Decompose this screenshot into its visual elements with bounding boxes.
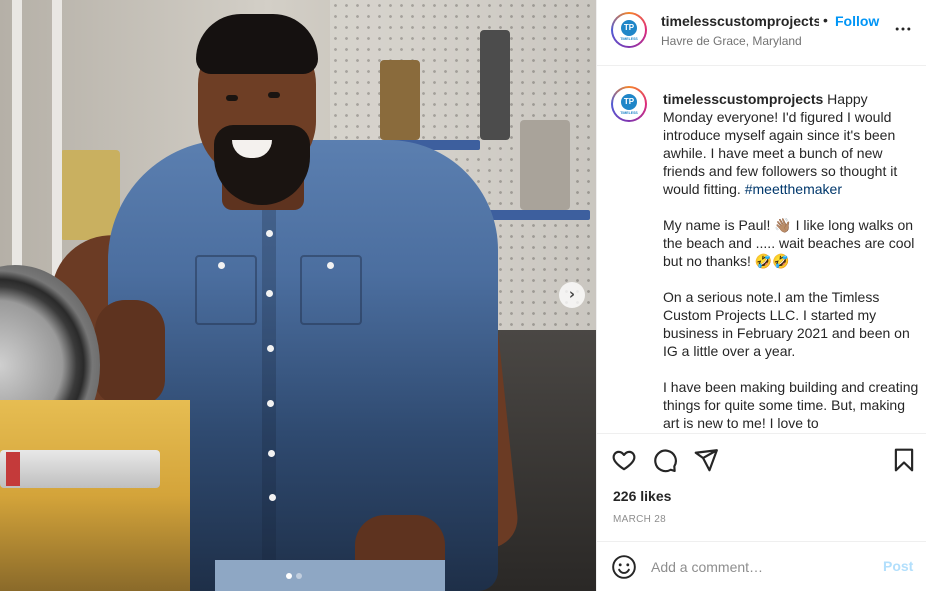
photo-person-jeans (215, 560, 445, 591)
photo-tool (60, 150, 120, 240)
photo-shirt-pocket (195, 255, 257, 325)
share-icon[interactable] (693, 447, 719, 473)
emoji-icon[interactable] (611, 554, 637, 580)
photo-tool (480, 30, 510, 140)
avatar-logo-mark: TP (621, 93, 637, 110)
photo-shirt-button (266, 290, 273, 297)
photo-saw-handle (6, 452, 20, 486)
post-actions (597, 433, 926, 483)
photo-saw-base (0, 400, 190, 591)
carousel-dot (286, 573, 292, 579)
photo-ladder (12, 0, 62, 300)
photo-person-eye (268, 92, 280, 98)
carousel-dots (286, 573, 302, 579)
post-location[interactable]: Havre de Grace, Maryland (661, 34, 802, 48)
avatar-logo-text: TIMELESS (620, 36, 638, 41)
photo-shirt-button (267, 400, 274, 407)
caption-area: TP TIMELESS timelesscustomprojects Happy… (597, 67, 926, 433)
avatar-logo-text: TIMELESS (620, 110, 638, 115)
photo-person-eye (226, 95, 238, 101)
photo-tool (380, 60, 420, 140)
avatar-logo-mark: TP (621, 19, 637, 36)
carousel-next-button[interactable]: › (559, 282, 585, 308)
comment-input[interactable] (651, 555, 871, 579)
photo-shirt-button (218, 262, 225, 269)
carousel-dot (296, 573, 302, 579)
photo-person-hair (196, 14, 318, 74)
header-separator: • (823, 12, 828, 28)
author-username[interactable]: timelesscustomprojects (661, 13, 819, 29)
photo-shirt-button (327, 262, 334, 269)
photo-saw-arm (0, 450, 160, 488)
caption-avatar[interactable]: TP TIMELESS (611, 86, 647, 122)
follow-button[interactable]: Follow (835, 13, 879, 29)
avatar-logo: TP TIMELESS (613, 14, 645, 46)
post-date[interactable]: MARCH 28 (613, 514, 666, 525)
caption-username[interactable]: timelesscustomprojects (663, 91, 823, 107)
post-comment-button[interactable]: Post (883, 558, 913, 574)
bookmark-icon[interactable] (891, 447, 917, 473)
comment-bar: Post (597, 541, 926, 591)
post-header: TP TIMELESS timelesscustomprojects • Fol… (597, 0, 926, 66)
heart-icon[interactable] (611, 447, 637, 473)
photo-shirt-button (266, 230, 273, 237)
avatar-logo: TP TIMELESS (613, 88, 645, 120)
photo-person-hand (95, 300, 165, 405)
more-options-icon[interactable] (893, 19, 913, 39)
post-image[interactable]: › (0, 0, 596, 591)
photo-shirt-placket (262, 200, 276, 591)
photo-shirt-button (267, 345, 274, 352)
author-avatar[interactable]: TP TIMELESS (611, 12, 647, 48)
like-count[interactable]: 226 likes (613, 488, 671, 504)
caption-text-more: My name is Paul! 👋🏽 I like long walks on… (663, 217, 919, 431)
caption-hashtag[interactable]: #meetthemaker (745, 181, 842, 197)
photo-shirt-button (268, 450, 275, 457)
comment-icon[interactable] (652, 447, 678, 473)
photo-shirt-button (269, 494, 276, 501)
photo-tool (520, 120, 570, 210)
post-caption: timelesscustomprojects Happy Monday ever… (663, 90, 919, 432)
post-panel: TP TIMELESS timelesscustomprojects • Fol… (596, 0, 926, 591)
